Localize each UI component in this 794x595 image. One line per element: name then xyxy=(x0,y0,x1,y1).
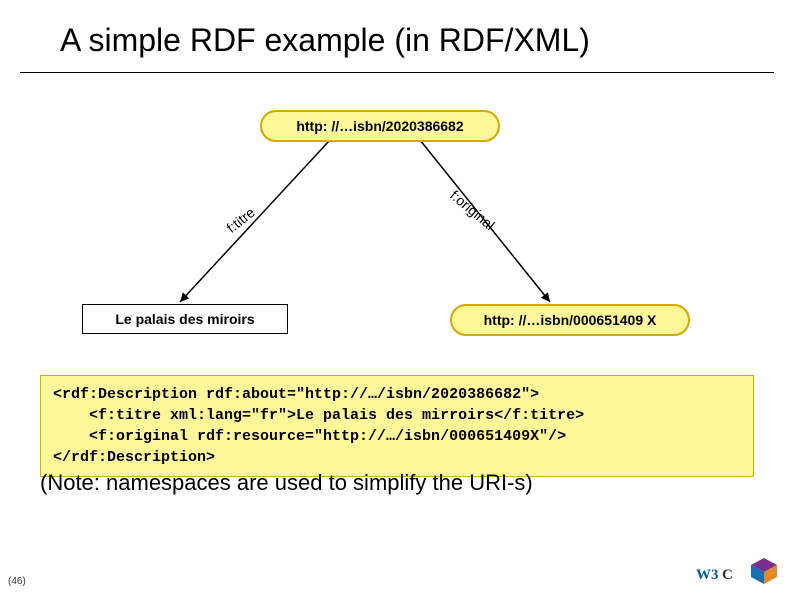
slide: A simple RDF example (in RDF/XML) http: … xyxy=(0,0,794,595)
page-title: A simple RDF example (in RDF/XML) xyxy=(60,22,754,59)
graph-arrows xyxy=(0,0,794,595)
graph-node-titre: Le palais des miroirs xyxy=(82,304,288,334)
page-number: (46) xyxy=(8,576,26,587)
graph-node-original: http: //…isbn/000651409 X xyxy=(450,304,690,336)
graph-node-subject: http: //…isbn/2020386682 xyxy=(260,110,500,142)
note-text: (Note: namespaces are used to simplify t… xyxy=(40,470,533,496)
code-block: <rdf:Description rdf:about="http://…/isb… xyxy=(40,375,754,477)
svg-text:C: C xyxy=(722,567,733,583)
edge-label-titre: f:titre xyxy=(223,204,257,236)
title-divider xyxy=(20,72,774,73)
edge-label-original: f:original xyxy=(447,187,498,233)
svg-text:W3: W3 xyxy=(696,567,719,583)
semantic-web-logo-icon xyxy=(748,555,780,587)
w3c-logo-icon: W3 C xyxy=(696,561,740,587)
